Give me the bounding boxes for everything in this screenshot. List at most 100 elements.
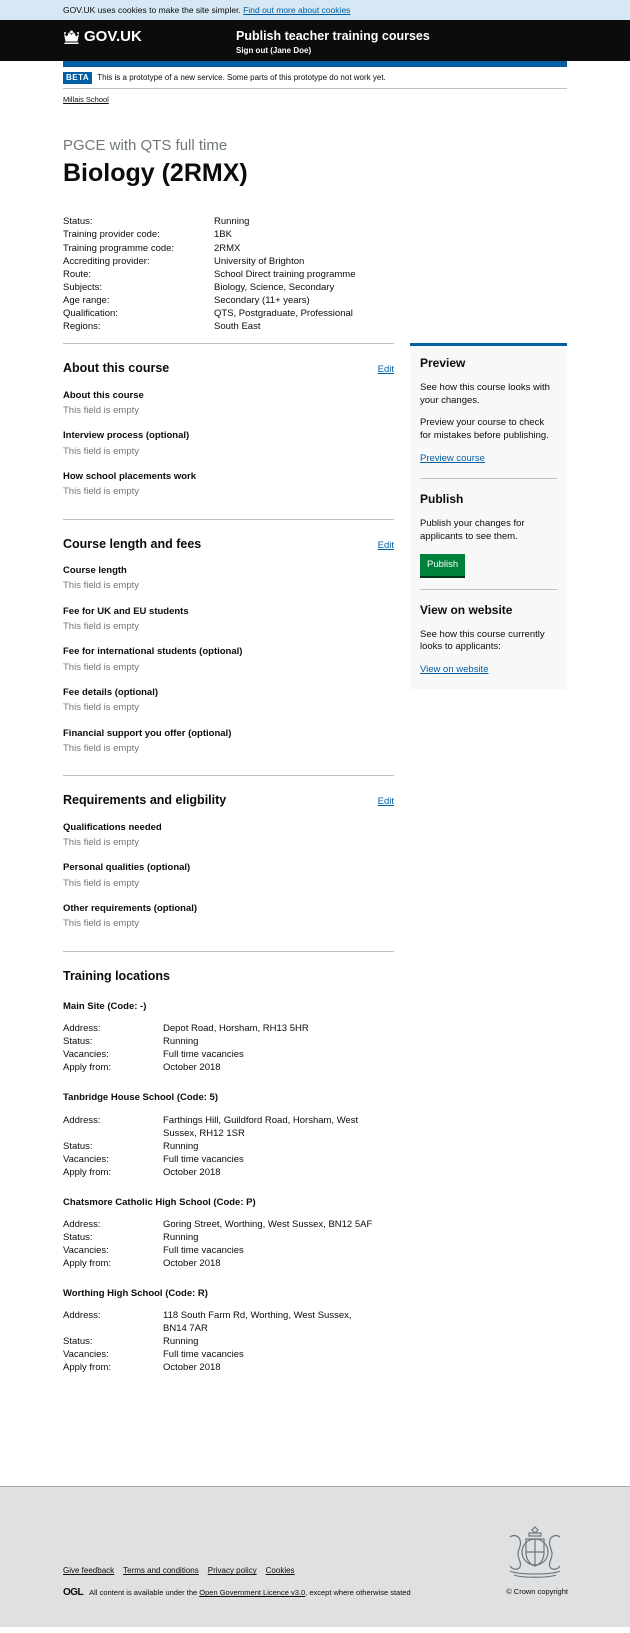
field-value: This field is empty — [63, 918, 140, 930]
summary-key: Training programme code: — [63, 242, 175, 254]
location-vacancies: Full time vacancies — [163, 1349, 244, 1361]
location-key: Vacancies: — [63, 1349, 109, 1361]
phase-text: This is a prototype of a new service. So… — [97, 73, 386, 82]
content-columns: About this course Edit About this course… — [63, 343, 567, 1374]
section-title: Training locations — [63, 968, 170, 983]
location-apply-from: October 2018 — [163, 1062, 221, 1074]
location-key: Apply from: — [63, 1166, 112, 1178]
divider — [420, 588, 557, 590]
field-label: About this course — [63, 389, 144, 401]
location-key: Vacancies: — [63, 1049, 109, 1061]
location-row: Apply from: October 2018 — [63, 1361, 394, 1374]
sign-out-link[interactable]: Sign out (Jane Doe) — [236, 46, 430, 56]
summary-key: Training provider code: — [63, 229, 160, 241]
field-label: Personal qualities (optional) — [63, 862, 191, 874]
preview-heading: Preview — [420, 356, 466, 371]
section-header: Requirements and eligbility Edit — [63, 792, 394, 808]
site-header: GOV.UK Publish teacher training courses … — [0, 20, 630, 61]
licence-text: All content is available under the Open … — [89, 1588, 410, 1598]
section-length-fees: Course length and fees Edit Course lengt… — [63, 518, 394, 776]
preview-course-link[interactable]: Preview course — [420, 453, 485, 465]
footer-link-privacy[interactable]: Privacy policy — [208, 1566, 257, 1576]
crown-copyright-link[interactable]: © Crown copyright — [506, 1587, 568, 1597]
royal-coat-of-arms-icon — [509, 1526, 561, 1579]
field-label: Interview process (optional) — [63, 430, 190, 442]
publish-text: Publish your changes for applicants to s… — [420, 518, 525, 542]
location-row: Apply from: October 2018 — [63, 1061, 394, 1074]
summary-row: Status: Running — [63, 215, 567, 228]
summary-value: Secondary (11+ years) — [214, 294, 310, 306]
breadcrumb[interactable]: Millais School — [63, 95, 109, 105]
summary-value: 2RMX — [214, 242, 241, 254]
phase-banner: BETA This is a prototype of a new servic… — [63, 67, 567, 90]
location-name: Main Site (Code: -) — [63, 1001, 147, 1013]
summary-key: Subjects: — [63, 281, 103, 293]
view-on-website-link[interactable]: View on website — [420, 664, 488, 676]
field-value: This field is empty — [63, 877, 140, 889]
field-label: Fee details (optional) — [63, 687, 159, 699]
summary-row: Qualification: QTS, Postgraduate, Profess… — [63, 307, 567, 320]
field-value: This field is empty — [63, 445, 140, 457]
field-label: How school placements work — [63, 470, 197, 482]
field-item: Qualifications needed This field is empty — [63, 822, 394, 850]
service-name[interactable]: Publish teacher training courses — [236, 28, 430, 44]
govuk-logo[interactable]: GOV.UK — [63, 27, 142, 47]
summary-value: University of Brighton — [214, 255, 305, 267]
section-header: Course length and fees Edit — [63, 536, 394, 552]
footer-link-cookies[interactable]: Cookies — [266, 1566, 295, 1576]
location-row: Vacancies: Full time vacancies — [63, 1348, 394, 1361]
field-value: This field is empty — [63, 486, 140, 498]
footer-links: Give feedback Terms and conditions Priva… — [63, 1566, 295, 1576]
footer-link-terms[interactable]: Terms and conditions — [123, 1566, 199, 1576]
field-value: This field is empty — [63, 702, 140, 714]
summary-key: Age range: — [63, 294, 110, 306]
summary-value: Biology, Science, Secondary — [214, 281, 335, 293]
preview-text: See how this course looks with your chan… — [420, 381, 550, 406]
summary-row: Regions: South East — [63, 320, 567, 333]
location-row: Address: Farthings Hill, Guildford Road, … — [63, 1114, 394, 1140]
footer-link-feedback[interactable]: Give feedback — [63, 1566, 114, 1576]
edit-fees-link[interactable]: Edit — [378, 540, 394, 552]
location-row: Address: Depot Road, Horsham, RH13 5HR — [63, 1022, 394, 1035]
location-row: Apply from: October 2018 — [63, 1166, 394, 1179]
cookie-link[interactable]: Find out more about cookies — [243, 5, 350, 15]
summary-key: Route: — [63, 268, 91, 280]
publish-button[interactable]: Publish — [420, 553, 466, 576]
field-item: Fee for international students (optional… — [63, 646, 394, 674]
section-title: Course length and fees — [63, 536, 202, 551]
licence-link[interactable]: Open Government Licence v3.0 — [199, 1588, 305, 1597]
location-key: Address: — [63, 1310, 101, 1322]
location-row: Status: Running — [63, 1335, 394, 1348]
summary-key: Regions: — [63, 321, 101, 333]
location-apply-from: October 2018 — [163, 1362, 221, 1374]
location-row: Vacancies: Full time vacancies — [63, 1153, 394, 1166]
page-container: BETA This is a prototype of a new servic… — [63, 67, 567, 1374]
summary-value: QTS, Postgraduate, Professional — [214, 308, 353, 320]
field-label: Course length — [63, 564, 127, 576]
field-item: Other requirements (optional) This field … — [63, 903, 394, 931]
location-details: Address: Goring Street, Worthing, West Su… — [63, 1218, 394, 1270]
location-key: Status: — [63, 1140, 93, 1152]
location-details: Address: Farthings Hill, Guildford Road, … — [63, 1114, 394, 1179]
edit-requirements-link[interactable]: Edit — [378, 796, 394, 808]
location-status: Running — [163, 1336, 199, 1348]
summary-value: 1BK — [214, 229, 232, 241]
location-key: Address: — [63, 1023, 101, 1035]
section-title: About this course — [63, 361, 170, 376]
location-key: Address: — [63, 1219, 101, 1231]
summary-value: Running — [214, 216, 250, 228]
location-key: Vacancies: — [63, 1153, 109, 1165]
field-label: Fee for international students (optional… — [63, 646, 243, 658]
field-value: This field is empty — [63, 404, 140, 416]
section-title: Requirements and eligbility — [63, 793, 227, 808]
divider — [420, 478, 557, 480]
field-label: Other requirements (optional) — [63, 903, 198, 915]
govuk-logo-text: GOV.UK — [84, 28, 142, 45]
section-header: About this course Edit — [63, 360, 394, 376]
location-key: Status: — [63, 1036, 93, 1048]
section-requirements: Requirements and eligbility Edit Qualifi… — [63, 775, 394, 950]
location-row: Vacancies: Full time vacancies — [63, 1244, 394, 1257]
edit-about-link[interactable]: Edit — [378, 364, 394, 376]
location-row: Apply from: October 2018 — [63, 1257, 394, 1270]
section-training-locations: Training locations Main Site (Code: -) A… — [63, 950, 394, 1375]
